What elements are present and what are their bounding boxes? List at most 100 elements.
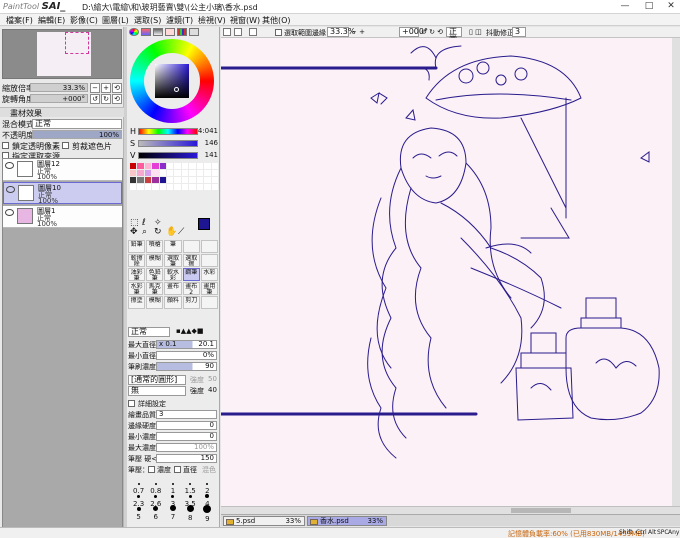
zoom-reset-button[interactable]: ⟲: [112, 83, 122, 93]
swatch[interactable]: [174, 184, 181, 190]
swatch[interactable]: [167, 163, 174, 169]
tool-select-eraser[interactable]: 選取擦: [182, 254, 200, 267]
size-preset[interactable]: 2.6: [147, 492, 164, 508]
stabilizer-field[interactable]: 3: [512, 27, 526, 37]
doc-tab-active[interactable]: 香水.psd 33%: [307, 516, 387, 526]
pressure-slider[interactable]: 150: [156, 454, 217, 463]
size-preset[interactable]: 3: [164, 492, 181, 508]
menu-file[interactable]: 檔案(F): [6, 15, 33, 26]
swatch[interactable]: [189, 177, 196, 183]
size-preset[interactable]: 6: [147, 505, 164, 521]
swatch[interactable]: [181, 170, 189, 176]
swatch[interactable]: [181, 177, 189, 183]
brush-shape-icons[interactable]: ▪▲▲◆■: [176, 327, 204, 335]
blend-mode-select[interactable]: 正常: [32, 119, 122, 129]
zoom-step-icons[interactable]: − +: [351, 28, 365, 36]
saturation-slider[interactable]: [138, 140, 198, 147]
zoom-in-button[interactable]: +: [101, 83, 111, 93]
brush-shape-select[interactable]: [通常的圓形]: [128, 375, 186, 385]
color-wheel[interactable]: [130, 39, 214, 123]
size-preset[interactable]: 7: [164, 505, 181, 521]
swatch[interactable]: [144, 163, 152, 169]
size-preset[interactable]: 8: [182, 505, 199, 522]
swatch[interactable]: [130, 163, 137, 169]
swatch[interactable]: [181, 163, 189, 169]
swatch[interactable]: [137, 170, 144, 176]
tool-marker[interactable]: 馬克筆: [146, 282, 164, 295]
selection-view-icon[interactable]: [223, 28, 231, 36]
min-density-slider[interactable]: 0: [156, 432, 217, 441]
drawing-canvas[interactable]: [221, 38, 680, 514]
rotate-reset-button[interactable]: ⟲: [112, 94, 122, 104]
minimize-button[interactable]: —: [614, 0, 636, 14]
menu-layer[interactable]: 圖層(L): [102, 15, 129, 26]
tool-color-pencil[interactable]: 色鉛筆: [146, 268, 164, 281]
swatch[interactable]: [196, 170, 204, 176]
rgb-slider-tab-icon[interactable]: [141, 28, 151, 36]
density-checkbox[interactable]: [148, 466, 155, 473]
swatch[interactable]: [152, 184, 159, 190]
swatch[interactable]: [159, 184, 167, 190]
swatch[interactable]: [167, 177, 174, 183]
menu-select[interactable]: 選取(S): [134, 15, 161, 26]
eye-icon[interactable]: [5, 162, 14, 169]
rotate-left-button[interactable]: ↺: [90, 94, 100, 104]
tool-blur-2[interactable]: 模糊: [146, 296, 164, 309]
brush-mode-select[interactable]: 正常: [128, 327, 170, 337]
size-preset[interactable]: 2: [199, 479, 216, 495]
deselect-icon[interactable]: [234, 28, 242, 36]
swatch[interactable]: [211, 177, 218, 183]
rotate-tool-icon[interactable]: ↻: [154, 227, 162, 237]
clip-checkbox[interactable]: [62, 142, 69, 149]
swatch[interactable]: [144, 177, 152, 183]
density-slider[interactable]: 90: [156, 362, 217, 371]
tool-pencil[interactable]: 鉛筆: [128, 240, 146, 253]
tool-airbrush[interactable]: 噴槍: [146, 240, 164, 253]
color-wheel-tab-icon[interactable]: [129, 28, 139, 36]
swatch[interactable]: [174, 177, 181, 183]
tool-empty[interactable]: [200, 254, 218, 267]
menu-image[interactable]: 影像(C): [70, 15, 98, 26]
tool-soft-eraser[interactable]: 軟擦除: [128, 254, 146, 267]
canvas-horizontal-scrollbar[interactable]: [221, 506, 680, 514]
rotate-slider[interactable]: +000°: [30, 94, 88, 103]
swatch[interactable]: [144, 170, 152, 176]
tool-watercolor[interactable]: 水彩: [200, 268, 218, 281]
menu-edit[interactable]: 編輯(E): [38, 15, 65, 26]
tool-blur[interactable]: 模糊: [146, 254, 164, 267]
swatch[interactable]: [181, 184, 189, 190]
layer-row-selected[interactable]: 圖層10 正常 100%: [3, 182, 122, 205]
eye-icon[interactable]: [6, 186, 15, 193]
swatch-tab-icon[interactable]: [177, 28, 187, 36]
size-preset[interactable]: 0.7: [130, 479, 147, 495]
tool-smudge[interactable]: 擦塗: [128, 296, 146, 309]
paper-effect-header[interactable]: 畫材效果: [0, 107, 124, 118]
swatch[interactable]: [152, 163, 159, 169]
swatch[interactable]: [152, 170, 159, 176]
navigator-preview[interactable]: [2, 29, 122, 79]
size-preset[interactable]: 4: [199, 492, 216, 508]
swatch[interactable]: [159, 170, 167, 176]
tool-canvas[interactable]: 畫布: [164, 282, 182, 295]
swatch[interactable]: [204, 163, 211, 169]
quality-select[interactable]: 3: [156, 410, 217, 419]
canvas-scroll-thumb[interactable]: [511, 508, 571, 513]
tool-canvas-2[interactable]: 畫布2: [182, 282, 200, 295]
antialias-checkbox[interactable]: [275, 29, 282, 36]
swatch[interactable]: [137, 163, 144, 169]
size-preset[interactable]: 3.5: [182, 492, 199, 508]
foreground-color-swatch[interactable]: [198, 218, 210, 230]
swatch[interactable]: [204, 184, 211, 190]
swatch[interactable]: [174, 170, 181, 176]
size-preset[interactable]: 0.8: [147, 479, 164, 495]
swatch[interactable]: [167, 170, 174, 176]
menu-view[interactable]: 檢視(V): [198, 15, 226, 26]
swatch[interactable]: [174, 163, 181, 169]
move-icon[interactable]: ✥: [130, 227, 138, 237]
hand-tool-icon[interactable]: ✋: [166, 227, 177, 237]
swatch[interactable]: [196, 177, 204, 183]
canvas-vertical-scrollbar[interactable]: [672, 38, 680, 506]
size-preset[interactable]: 1: [164, 479, 181, 495]
detail-settings-header[interactable]: 詳細設定: [128, 399, 218, 409]
size-preset[interactable]: 5: [130, 505, 147, 521]
